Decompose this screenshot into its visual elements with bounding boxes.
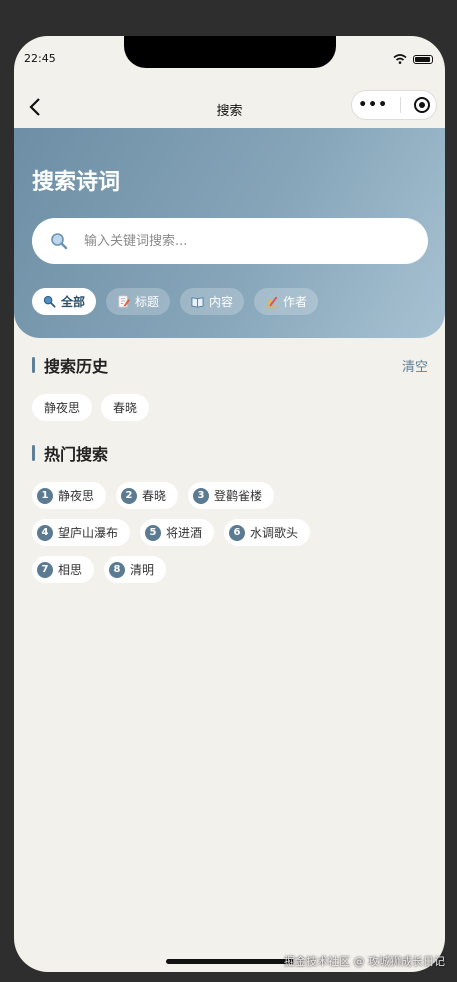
history-item[interactable]: 静夜思 xyxy=(32,394,93,421)
hot-search-item[interactable]: 2 春晓 xyxy=(116,482,179,509)
hero-title: 搜索诗词 xyxy=(32,170,121,195)
status-time: 22:45 xyxy=(24,52,56,65)
clear-history-button[interactable]: 清空 xyxy=(402,356,428,375)
title-accent-bar xyxy=(32,445,35,461)
rank-badge: 4 xyxy=(37,524,53,541)
tab-label: 全部 xyxy=(61,295,86,309)
hot-search-title: 热门搜索 xyxy=(32,441,108,465)
hot-search-label: 春晓 xyxy=(142,489,167,503)
search-history-section: 搜索历史 清空 静夜思 春晓 xyxy=(32,354,428,421)
search-history-title: 搜索历史 xyxy=(32,353,108,377)
search-input[interactable] xyxy=(82,232,386,250)
search-hero: 搜索诗词 全部 标题 xyxy=(14,128,445,338)
hot-search-list: 1 静夜思 2 春晓 3 登鹳雀楼 4 望庐山瀑布 5 将进酒 6 水调歌头 7… xyxy=(32,482,428,583)
hot-search-label: 静夜思 xyxy=(58,489,95,503)
hot-search-label: 将进酒 xyxy=(166,526,203,540)
more-menu-button[interactable]: ••• xyxy=(358,98,388,112)
rank-badge: 6 xyxy=(229,524,246,541)
hot-search-title-text: 热门搜索 xyxy=(44,445,109,464)
history-item[interactable]: 春晓 xyxy=(101,394,150,421)
tab-title[interactable]: 标题 xyxy=(106,288,171,315)
tab-label: 标题 xyxy=(135,295,160,309)
status-icons xyxy=(393,54,433,64)
hot-search-row: 1 静夜思 2 春晓 3 登鹳雀楼 xyxy=(32,482,428,509)
rank-badge: 8 xyxy=(109,561,126,578)
search-history-header: 搜索历史 清空 xyxy=(32,354,428,376)
hot-search-item[interactable]: 8 清明 xyxy=(104,556,167,583)
rank-badge: 2 xyxy=(121,487,138,504)
close-program-button[interactable] xyxy=(413,97,430,113)
hot-search-item[interactable]: 5 将进酒 xyxy=(140,519,215,546)
rank-badge: 7 xyxy=(37,561,53,578)
search-icon xyxy=(51,233,68,250)
search-history-title-text: 搜索历史 xyxy=(44,357,109,376)
tab-label: 作者 xyxy=(283,295,308,309)
search-icon xyxy=(43,295,56,308)
tab-all[interactable]: 全部 xyxy=(32,288,97,315)
hot-search-item[interactable]: 3 登鹳雀楼 xyxy=(188,482,275,509)
book-icon xyxy=(191,297,204,308)
hot-search-label: 望庐山瀑布 xyxy=(58,526,119,540)
navbar: 搜索 ••• xyxy=(14,88,445,128)
hot-search-label: 相思 xyxy=(58,563,83,577)
notch xyxy=(124,36,336,68)
tab-author[interactable]: 作者 xyxy=(254,288,319,315)
hot-search-item[interactable]: 1 静夜思 xyxy=(32,482,107,509)
hot-search-row: 7 相思 8 清明 xyxy=(32,556,428,583)
title-accent-bar xyxy=(32,357,35,373)
rank-badge: 3 xyxy=(193,487,210,504)
hot-search-section: 热门搜索 1 静夜思 2 春晓 3 登鹳雀楼 4 望庐山瀑布 5 将进酒 6 水… xyxy=(32,442,428,583)
wifi-icon xyxy=(393,54,407,64)
mini-program-capsule: ••• xyxy=(351,90,437,120)
hot-search-item[interactable]: 4 望庐山瀑布 xyxy=(32,519,131,546)
tab-content[interactable]: 内容 xyxy=(180,288,245,315)
watermark: 掘金技术社区 @ 攻城狮成长日记 xyxy=(284,955,445,968)
hot-search-label: 清明 xyxy=(130,563,155,577)
hot-search-header: 热门搜索 xyxy=(32,442,428,464)
rank-badge: 5 xyxy=(145,524,162,541)
hot-search-label: 水调歌头 xyxy=(250,526,299,540)
search-type-tabs: 全部 标题 内容 作者 xyxy=(32,288,319,315)
capsule-divider xyxy=(400,97,402,113)
home-indicator[interactable] xyxy=(166,959,294,964)
hot-search-item[interactable]: 6 水调歌头 xyxy=(224,519,311,546)
search-box[interactable] xyxy=(32,218,428,264)
tab-label: 内容 xyxy=(209,295,234,309)
history-list: 静夜思 春晓 xyxy=(32,394,428,421)
hot-search-item[interactable]: 7 相思 xyxy=(32,556,95,583)
hot-search-row: 4 望庐山瀑布 5 将进酒 6 水调歌头 xyxy=(32,519,428,546)
battery-icon xyxy=(413,54,433,64)
phone-screen: 22:45 搜索 ••• 搜索诗词 输入关键词搜索... 全部 标题 内容 作者… xyxy=(14,36,445,972)
writing-hand-icon xyxy=(265,296,278,308)
memo-icon xyxy=(118,295,130,308)
rank-badge: 1 xyxy=(37,487,53,504)
hot-search-label: 登鹳雀楼 xyxy=(214,489,263,503)
